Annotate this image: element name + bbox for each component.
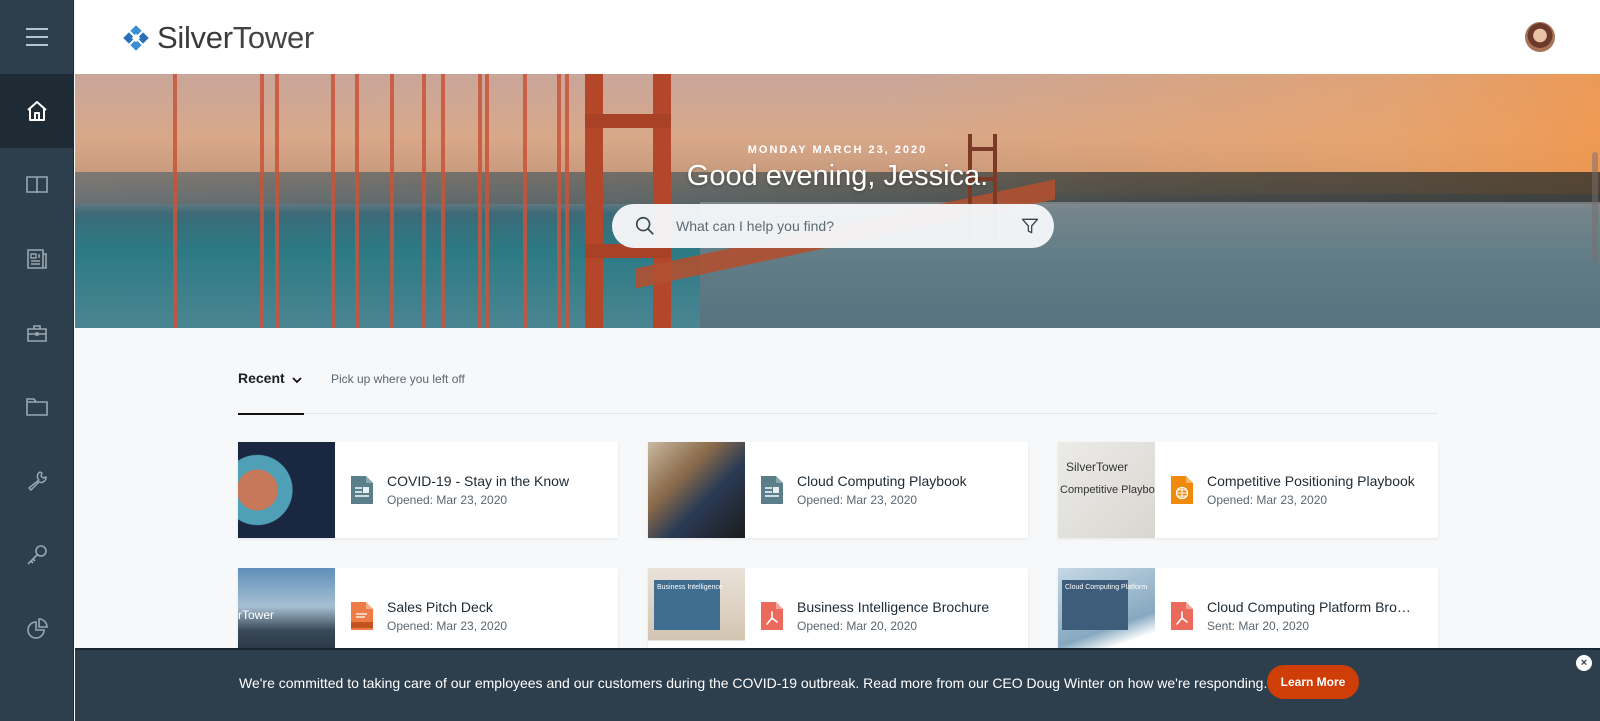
newspaper-icon <box>26 249 47 269</box>
current-date: MONDAY MARCH 23, 2020 <box>747 144 928 156</box>
search-bar <box>612 204 1054 248</box>
bridge-cable <box>485 74 489 328</box>
bridge-cable <box>260 74 264 328</box>
scrollbar[interactable] <box>1592 152 1598 262</box>
sidebar-item-library[interactable] <box>0 148 73 222</box>
thumbnail-competitive: SilverTower Competitive Playboo <box>1058 442 1155 538</box>
thumb-caption: Cloud Computing Platform <box>1065 584 1148 591</box>
top-bar: SilverTower <box>75 0 1600 74</box>
bridge-cable <box>565 74 569 328</box>
tab-subtitle: Pick up where you left off <box>331 372 465 386</box>
pdf-icon <box>1171 602 1193 630</box>
hero-banner: MONDAY MARCH 23, 2020 Good evening, Jess… <box>75 74 1600 328</box>
bridge-tower <box>585 74 671 328</box>
close-banner-button[interactable]: × <box>1576 655 1592 671</box>
brand-name-bold: Silver <box>157 20 233 55</box>
sidebar-item-home[interactable] <box>0 74 73 148</box>
sidebar-item-files[interactable] <box>0 370 73 444</box>
close-icon: × <box>1580 657 1588 669</box>
sidebar-item-tools[interactable] <box>0 444 73 518</box>
thumb-caption: Business Intelligence <box>657 584 723 591</box>
search-input[interactable] <box>676 218 996 234</box>
thumb-caption: rTower <box>238 608 275 622</box>
logo[interactable]: SilverTower <box>121 20 314 56</box>
web-link-icon <box>1171 476 1193 504</box>
recent-item-card[interactable]: Cloud Computing Playbook Opened: Mar 23,… <box>648 442 1028 538</box>
item-status: Sent: Mar 20, 2020 <box>1207 619 1310 633</box>
folder-icon <box>25 398 48 416</box>
bridge-cable <box>275 74 279 328</box>
bridge-cable <box>331 74 335 328</box>
item-status: Opened: Mar 20, 2020 <box>797 619 918 633</box>
recent-item-card[interactable]: COVID-19 - Stay in the Know Opened: Mar … <box>238 442 618 538</box>
covid-notice-banner: We're committed to taking care of our em… <box>75 648 1600 721</box>
bridge-cable <box>173 74 177 328</box>
home-icon <box>26 101 47 121</box>
bridge-cable <box>390 74 394 328</box>
bridge-cable <box>355 74 359 328</box>
recent-item-card[interactable]: SilverTower Competitive Playboo Competit… <box>1058 442 1438 538</box>
item-status: Opened: Mar 23, 2020 <box>387 619 508 633</box>
user-avatar[interactable] <box>1525 22 1555 52</box>
greeting: Good evening, Jessica. <box>686 160 989 192</box>
thumbnail-office <box>648 442 745 538</box>
menu-button[interactable] <box>0 0 73 74</box>
item-status: Opened: Mar 23, 2020 <box>1207 493 1328 507</box>
banner-message: We're committed to taking care of our em… <box>239 675 1268 691</box>
bridge-cable <box>441 74 445 328</box>
item-title: COVID-19 - Stay in the Know <box>387 473 570 489</box>
item-status: Opened: Mar 23, 2020 <box>387 493 508 507</box>
sidebar-item-news[interactable] <box>0 222 73 296</box>
thumbnail-virus <box>238 442 335 538</box>
thumb-caption: Competitive Playboo <box>1060 484 1155 496</box>
bridge-cable <box>523 74 527 328</box>
thumb-brand: SilverTower <box>1066 460 1129 474</box>
document-icon <box>761 476 783 504</box>
item-title: Business Intelligence Brochure <box>797 599 990 615</box>
wrench-icon <box>27 471 47 491</box>
chevron-down-icon <box>292 377 302 384</box>
sidebar-item-access[interactable] <box>0 518 73 592</box>
sidebar <box>0 0 74 721</box>
item-title: Sales Pitch Deck <box>387 599 493 615</box>
item-title: Competitive Positioning Playbook <box>1207 473 1415 489</box>
item-title: Cloud Computing Platform Brochure <box>1207 599 1417 615</box>
item-title: Cloud Computing Playbook <box>797 473 967 489</box>
bridge-cable <box>557 74 561 328</box>
filter-icon[interactable] <box>1020 216 1040 236</box>
item-status: Opened: Mar 23, 2020 <box>797 493 918 507</box>
book-icon <box>25 176 48 194</box>
learn-more-button[interactable]: Learn More <box>1267 665 1359 699</box>
hamburger-icon <box>25 28 48 46</box>
key-icon <box>26 545 47 565</box>
tab-underline <box>238 413 304 415</box>
bridge-cable <box>478 74 482 328</box>
brand-name-light: Tower <box>232 20 315 55</box>
document-icon <box>351 476 373 504</box>
bridge-cable <box>422 74 426 328</box>
briefcase-icon <box>26 325 47 342</box>
livedoc-icon <box>351 602 373 630</box>
pie-chart-icon <box>26 618 48 639</box>
sidebar-item-portfolio[interactable] <box>0 296 73 370</box>
logo-diamond-icon <box>123 25 149 51</box>
section-tabs: Recent Pick up where you left off <box>238 360 1438 415</box>
tab-recent-label: Recent <box>238 370 285 386</box>
recent-items-grid: COVID-19 - Stay in the Know Opened: Mar … <box>238 442 1438 664</box>
pdf-icon <box>761 602 783 630</box>
tab-recent[interactable]: Recent <box>238 370 304 415</box>
search-icon[interactable] <box>634 215 656 237</box>
recent-section: Recent Pick up where you left off COVID-… <box>238 360 1438 664</box>
sidebar-item-analytics[interactable] <box>0 592 73 666</box>
